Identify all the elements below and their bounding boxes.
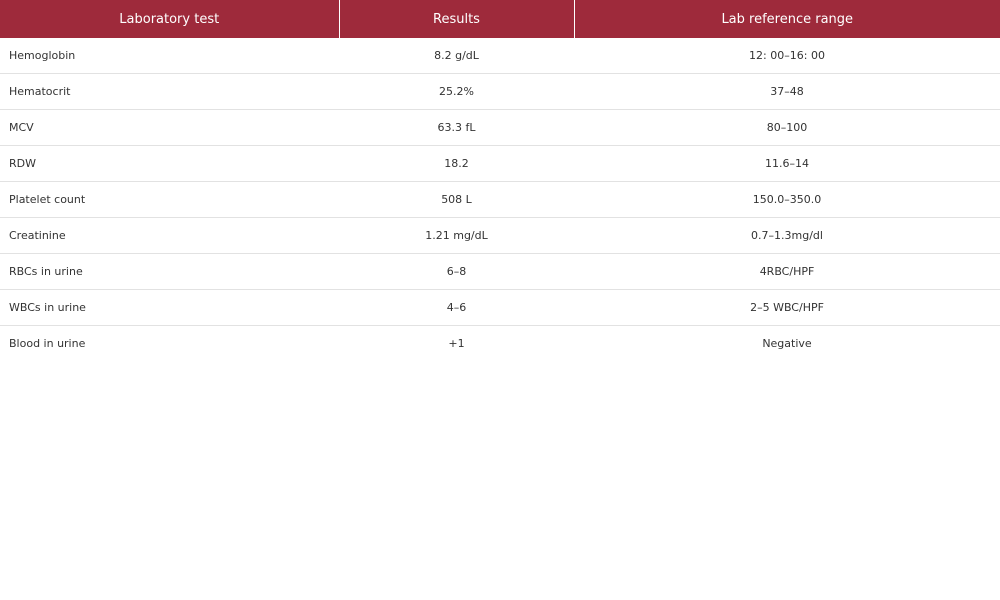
- result-cell: 25.2%: [339, 73, 574, 110]
- lab-results-table: Laboratory test Results Lab reference ra…: [0, 0, 1000, 361]
- reference-range-cell: 12: 00–16: 00: [574, 38, 1000, 74]
- result-cell: 63.3 fL: [339, 109, 574, 146]
- reference-range-cell: 4RBC/HPF: [574, 253, 1000, 290]
- test-name-cell: MCV: [0, 109, 339, 146]
- header-reference-range: Lab reference range: [574, 0, 1000, 38]
- header-row: Laboratory test Results Lab reference ra…: [0, 0, 1000, 38]
- test-name-cell: Hemoglobin: [0, 38, 339, 74]
- table-header: Laboratory test Results Lab reference ra…: [0, 0, 1000, 38]
- result-cell: +1: [448, 337, 465, 350]
- test-name-cell: RDW: [0, 145, 339, 182]
- test-name-cell: Blood in urine: [9, 337, 86, 350]
- result-cell: 6–8: [339, 253, 574, 290]
- table-row: Hemoglobin 8.2 g/dL 12: 00–16: 00: [0, 38, 1000, 74]
- reference-range-cell: 37–48: [574, 73, 1000, 110]
- reference-range-cell: 11.6–14: [574, 145, 1000, 182]
- table-row: Platelet count 508 L 150.0–350.0: [0, 181, 1000, 218]
- reference-range-cell: Negative: [762, 337, 812, 350]
- table-body: Hemoglobin 8.2 g/dL 12: 00–16: 00 Hemato…: [0, 38, 1000, 361]
- test-name-cell: WBCs in urine: [0, 289, 339, 326]
- test-name-cell: Hematocrit: [0, 73, 339, 110]
- header-results: Results: [339, 0, 575, 38]
- result-cell: 1.21 mg/dL: [339, 217, 574, 254]
- table-row: MCV 63.3 fL 80–100: [0, 109, 1000, 146]
- header-laboratory-test: Laboratory test: [0, 0, 340, 38]
- test-name-cell: Platelet count: [0, 181, 339, 218]
- table-row: WBCs in urine 4–6 2–5 WBC/HPF: [0, 289, 1000, 326]
- reference-range-cell: 80–100: [574, 109, 1000, 146]
- table-row: Blood in urine +1 Negative: [0, 326, 1000, 362]
- reference-range-cell: 0.7–1.3mg/dl: [574, 217, 1000, 254]
- result-cell: 508 L: [339, 181, 574, 218]
- test-name-cell: RBCs in urine: [0, 253, 339, 290]
- table-row: Creatinine 1.21 mg/dL 0.7–1.3mg/dl: [0, 217, 1000, 254]
- result-cell: 8.2 g/dL: [339, 38, 574, 74]
- result-cell: 4–6: [339, 289, 574, 326]
- reference-range-cell: 2–5 WBC/HPF: [574, 289, 1000, 326]
- reference-range-cell: 150.0–350.0: [574, 181, 1000, 218]
- table-row: Hematocrit 25.2% 37–48: [0, 73, 1000, 110]
- table-row: RBCs in urine 6–8 4RBC/HPF: [0, 253, 1000, 290]
- table-row: RDW 18.2 11.6–14: [0, 145, 1000, 182]
- result-cell: 18.2: [339, 145, 574, 182]
- test-name-cell: Creatinine: [0, 217, 339, 254]
